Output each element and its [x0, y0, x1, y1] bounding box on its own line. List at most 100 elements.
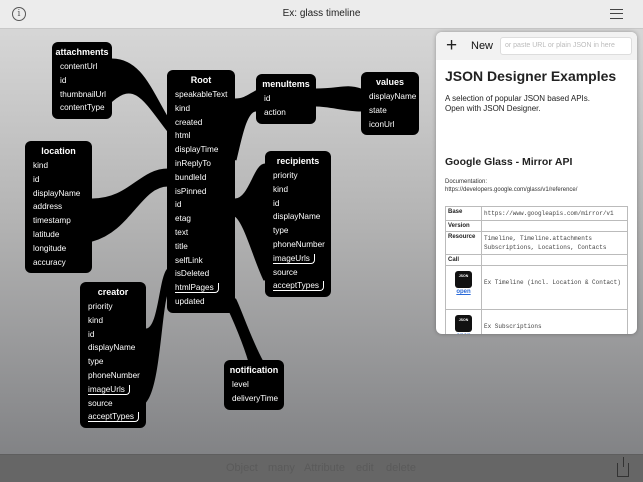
- object-button[interactable]: Object: [226, 462, 258, 474]
- attribute-label: priority: [88, 302, 113, 311]
- row-key: Call: [445, 254, 482, 266]
- node-attribute[interactable]: priority: [88, 300, 146, 314]
- node-attribute[interactable]: selfLink: [175, 254, 235, 268]
- attribute-label: thumbnailUrl: [60, 89, 106, 99]
- attribute-label: bundleId: [175, 172, 207, 182]
- edit-button[interactable]: edit: [356, 462, 374, 474]
- node-attachments[interactable]: attachments contentUrl id thumbnailUrl conte…: [52, 42, 112, 120]
- node-title: attachments: [55, 47, 109, 57]
- example-name: Ex Timeline (incl. Location & Contact): [481, 265, 628, 310]
- node-attribute[interactable]: displayName: [369, 90, 419, 104]
- node-attribute[interactable]: kind: [33, 159, 92, 173]
- bottom-toolbar: Object many Attribute edit delete: [0, 454, 643, 482]
- attribute-label: isPinned: [175, 186, 207, 196]
- node-root[interactable]: Root speakableText kind created html displayT…: [167, 70, 235, 313]
- node-recipients[interactable]: recipients priority kind id displayName type p…: [265, 151, 331, 298]
- open-link[interactable]: open: [448, 333, 479, 334]
- attribute-label: displayName: [369, 92, 417, 101]
- url-json-input[interactable]: or paste URL or plain JSON in here: [500, 37, 632, 55]
- node-attribute[interactable]: state: [369, 104, 419, 118]
- node-attribute[interactable]: etag: [175, 212, 235, 226]
- node-values[interactable]: values displayName state iconUrl: [361, 72, 419, 136]
- node-attribute[interactable]: iconUrl: [369, 118, 419, 132]
- node-attribute[interactable]: displayName: [88, 341, 146, 355]
- node-attribute[interactable]: phoneNumber: [88, 369, 146, 383]
- node-attribute[interactable]: acceptTypes: [88, 410, 146, 424]
- plus-icon[interactable]: +: [446, 35, 457, 57]
- node-attribute[interactable]: address: [33, 200, 92, 214]
- node-attribute[interactable]: id: [88, 328, 146, 342]
- attribute-label: latitude: [33, 229, 60, 239]
- node-attribute[interactable]: title: [175, 240, 235, 254]
- node-attribute[interactable]: bundleId: [175, 171, 235, 185]
- node-attribute[interactable]: created: [175, 116, 235, 130]
- node-attribute[interactable]: displayTime: [175, 143, 235, 157]
- node-attribute[interactable]: imageUrls: [88, 383, 146, 397]
- json-file-icon[interactable]: JSON: [455, 315, 472, 332]
- node-attribute[interactable]: id: [264, 92, 316, 106]
- node-attribute[interactable]: acceptTypes: [273, 279, 331, 293]
- row-value: [481, 220, 628, 232]
- node-attribute[interactable]: speakableText: [175, 88, 235, 102]
- doc-link[interactable]: https://developers.google.com/glass/v1/r…: [445, 186, 577, 194]
- attribute-label: priority: [273, 171, 298, 180]
- node-attribute[interactable]: displayName: [273, 210, 331, 224]
- node-attribute[interactable]: source: [88, 397, 146, 411]
- node-attribute[interactable]: inReplyTo: [175, 157, 235, 171]
- node-attribute[interactable]: timestamp: [33, 214, 92, 228]
- node-creator[interactable]: creator priority kind id displayName type phon…: [80, 282, 146, 429]
- node-attribute[interactable]: id: [33, 173, 92, 187]
- node-attribute[interactable]: phoneNumber: [273, 238, 331, 252]
- node-attribute[interactable]: priority: [273, 169, 331, 183]
- node-notification[interactable]: notification level deliveryTime: [224, 360, 284, 410]
- node-title: creator: [97, 287, 129, 297]
- node-attribute[interactable]: displayName: [33, 187, 92, 201]
- json-file-icon[interactable]: JSON: [455, 271, 472, 288]
- many-button[interactable]: many: [268, 462, 295, 474]
- node-attribute[interactable]: accuracy: [33, 256, 92, 270]
- open-link[interactable]: open: [448, 289, 479, 295]
- attribute-label: state: [369, 105, 387, 115]
- attribute-button[interactable]: Attribute: [304, 462, 345, 474]
- node-attribute[interactable]: text: [175, 226, 235, 240]
- node-attribute[interactable]: kind: [175, 102, 235, 116]
- new-button[interactable]: New: [471, 40, 493, 52]
- node-attribute[interactable]: htmlPages: [175, 281, 235, 295]
- node-attribute[interactable]: type: [88, 355, 146, 369]
- node-attribute[interactable]: isPinned: [175, 185, 235, 199]
- node-attribute[interactable]: contentType: [60, 101, 112, 115]
- attribute-label: phoneNumber: [273, 239, 325, 249]
- node-attribute[interactable]: thumbnailUrl: [60, 88, 112, 102]
- node-attribute[interactable]: longitude: [33, 242, 92, 256]
- node-title: Root: [190, 75, 212, 85]
- node-attribute[interactable]: html: [175, 129, 235, 143]
- node-attribute[interactable]: isDeleted: [175, 267, 235, 281]
- node-attribute[interactable]: level: [232, 378, 284, 392]
- share-icon[interactable]: [617, 457, 629, 477]
- node-attribute[interactable]: kind: [88, 314, 146, 328]
- attribute-label: selfLink: [175, 255, 203, 265]
- delete-button[interactable]: delete: [386, 462, 416, 474]
- node-attribute[interactable]: source: [273, 266, 331, 280]
- node-attribute[interactable]: contentUrl: [60, 60, 112, 74]
- node-attribute[interactable]: id: [175, 198, 235, 212]
- node-attribute[interactable]: type: [273, 224, 331, 238]
- attribute-label: address: [33, 202, 63, 212]
- node-attribute[interactable]: updated: [175, 295, 235, 309]
- node-location[interactable]: location kind id displayName address timestam…: [25, 141, 92, 274]
- node-menuitems[interactable]: menuItems id action: [256, 74, 316, 124]
- node-attribute[interactable]: action: [264, 106, 316, 120]
- node-attribute[interactable]: id: [60, 74, 112, 88]
- attribute-label: id: [33, 174, 40, 184]
- api-table: Base https://www.googleapis.com/mirror/v1…: [445, 206, 628, 334]
- node-attribute[interactable]: imageUrls: [273, 252, 331, 266]
- node-attribute[interactable]: kind: [273, 183, 331, 197]
- popover-toolbar: + New or paste URL or plain JSON in here: [436, 32, 637, 60]
- node-attribute[interactable]: id: [273, 197, 331, 211]
- attribute-label: action: [264, 107, 286, 117]
- node-attribute[interactable]: deliveryTime: [232, 392, 284, 406]
- panel-heading: JSON Designer Examples: [445, 68, 617, 84]
- node-attribute[interactable]: latitude: [33, 228, 92, 242]
- attribute-label: contentUrl: [60, 62, 98, 71]
- attribute-label: speakableText: [175, 90, 228, 99]
